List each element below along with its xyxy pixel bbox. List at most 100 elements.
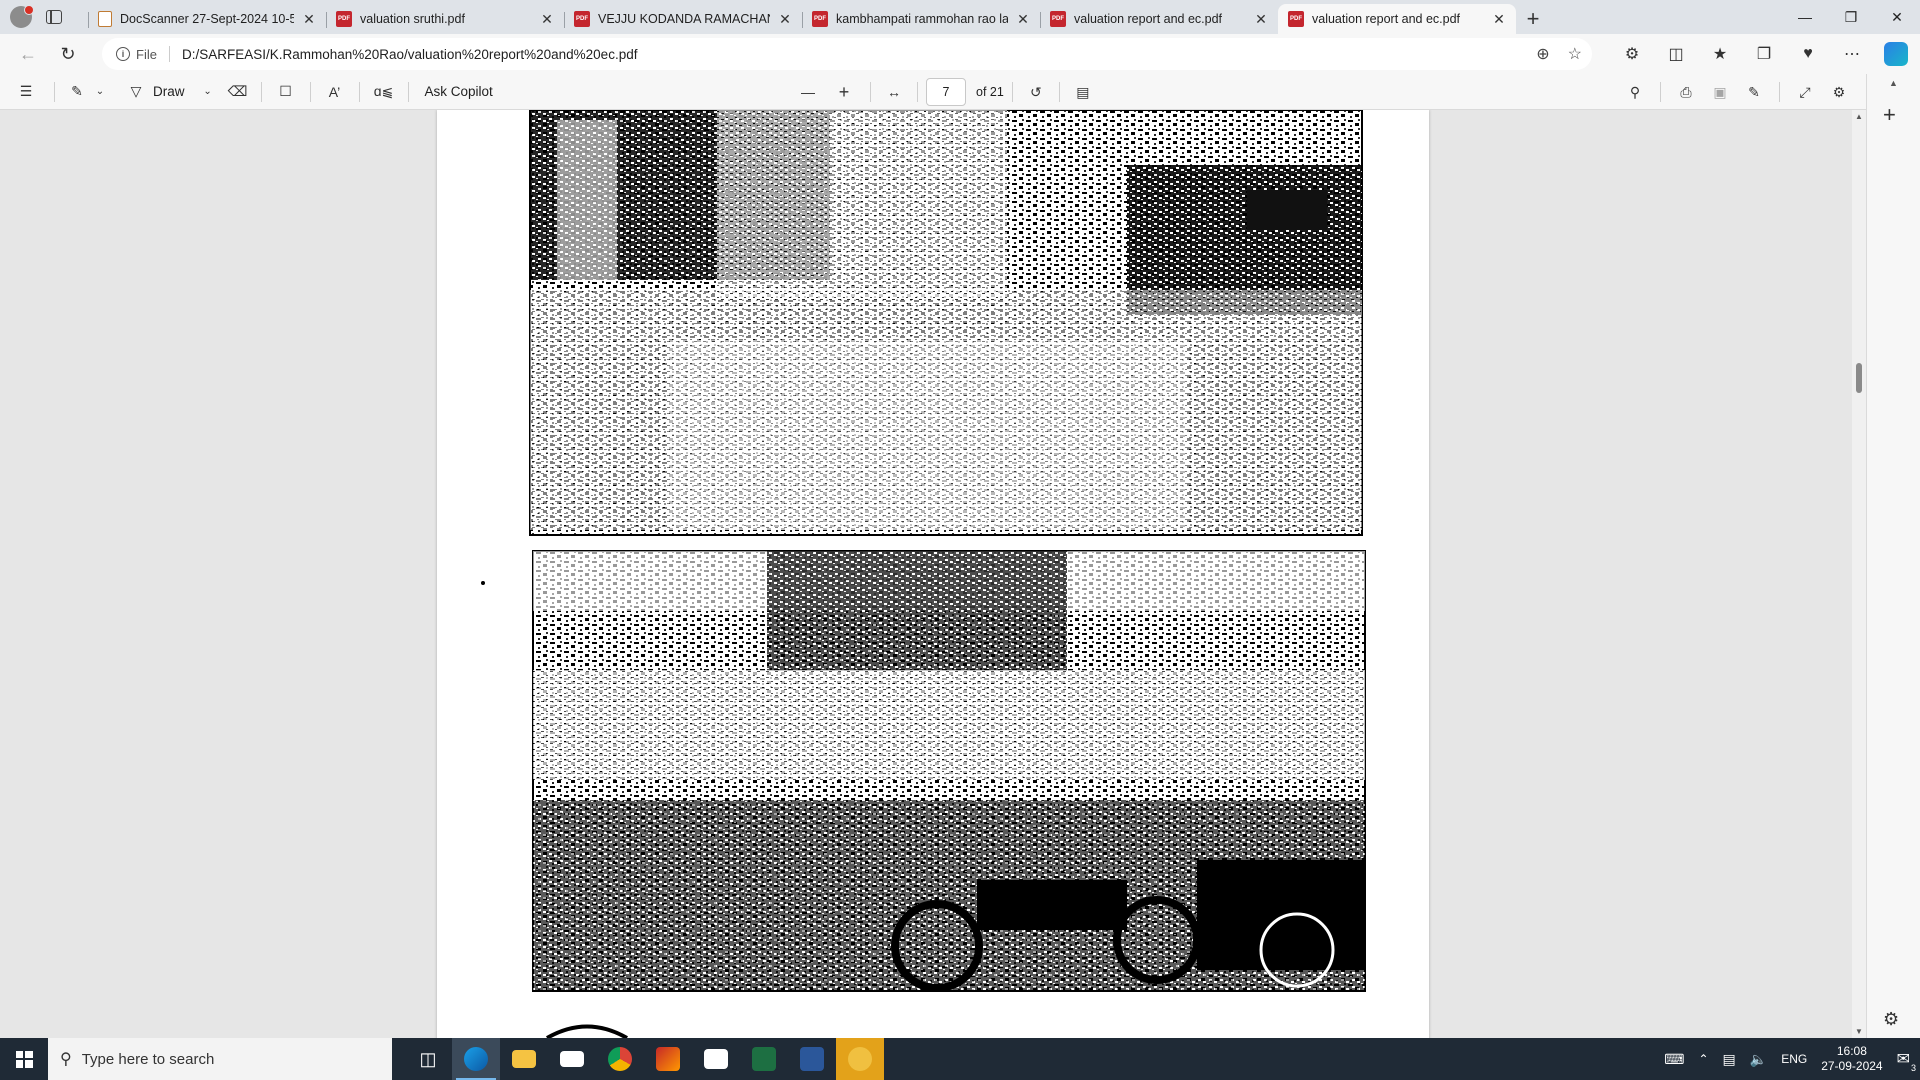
add-sidebar-app-icon[interactable]: + [1883, 102, 1896, 128]
highlight-dropdown-icon[interactable]: ⌄ [91, 78, 109, 106]
collections-icon[interactable]: ❐ [1742, 34, 1786, 74]
address-divider [168, 46, 170, 62]
save-icon[interactable]: ▣ [1703, 78, 1737, 106]
tab-close-icon[interactable]: ✕ [778, 11, 792, 28]
page-number-input[interactable]: 7 [926, 78, 966, 106]
highlight-icon[interactable]: ✎ [63, 78, 91, 106]
search-icon[interactable]: ⚲ [1618, 78, 1652, 106]
scrollbar[interactable]: ▲ ▼ [1852, 110, 1866, 1038]
app-red-icon [656, 1047, 680, 1071]
draw-dropdown-icon[interactable]: ⌄ [193, 78, 223, 106]
fullscreen-icon[interactable]: ⤢ [1788, 78, 1822, 106]
profile-avatar-icon[interactable] [10, 5, 34, 28]
read-aloud-icon[interactable]: A’ [319, 78, 351, 106]
network-icon[interactable]: ▤ [1723, 1051, 1736, 1068]
start-button[interactable] [0, 1038, 48, 1080]
settings-icon[interactable]: ⚙ [1822, 78, 1856, 106]
zoom-out-icon[interactable]: — [790, 78, 826, 106]
keyboard-icon[interactable]: ⌨ [1664, 1051, 1684, 1068]
taskbar-chrome[interactable] [596, 1038, 644, 1080]
browser-tools: ⚙ ◫ ★ ❐ ♥ ⋯ [1610, 34, 1918, 74]
text-box-icon[interactable]: ☐ [270, 78, 302, 106]
task-view-button[interactable]: ◫ [404, 1038, 452, 1080]
app-orange-icon [848, 1047, 872, 1071]
draw-icon[interactable]: ▽ [119, 78, 153, 106]
tab-close-icon[interactable]: ✕ [302, 11, 316, 28]
split-screen-icon[interactable]: ◫ [1654, 34, 1698, 74]
save-as-icon[interactable]: ✎ [1737, 78, 1771, 106]
chrome-icon [608, 1047, 632, 1071]
rotate-icon[interactable]: ↺ [1021, 78, 1051, 106]
tab-actions-icon[interactable] [46, 10, 62, 24]
tab-title: kambhampati rammohan rao late [836, 12, 1008, 26]
back-button[interactable]: ← [8, 38, 48, 70]
excel-icon [752, 1047, 776, 1071]
collapse-arrow-icon[interactable]: ▲ [1889, 78, 1898, 88]
toolbar-divider [870, 82, 871, 102]
draw-label[interactable]: Draw [153, 84, 185, 99]
taskbar-edge[interactable] [452, 1038, 500, 1080]
pdf-file-icon: PDF [1288, 11, 1304, 27]
browser-tab[interactable]: PDF valuation sruthi.pdf ✕ [326, 4, 564, 34]
site-info-button[interactable]: i File [116, 47, 157, 62]
tray-overflow-icon[interactable]: ⌃ [1698, 1052, 1708, 1066]
address-row: ← ↻ i File D:/SARFEASI/K.Rammohan%20Rao/… [0, 34, 1920, 74]
zoom-icon[interactable]: ⊕ [1536, 44, 1549, 64]
taskbar: ⚲ Type here to search ◫ ⌨ ⌃ ▤ 🔈 ENG 16:0… [0, 1038, 1920, 1080]
refresh-button[interactable]: ↻ [48, 38, 88, 70]
notification-button[interactable]: ✉ 3 [1897, 1049, 1916, 1073]
tab-close-icon[interactable]: ✕ [1016, 11, 1030, 28]
tab-close-icon[interactable]: ✕ [1254, 11, 1268, 28]
browser-essentials-icon[interactable]: ♥ [1786, 34, 1830, 74]
address-bar[interactable]: i File D:/SARFEASI/K.Rammohan%20Rao/valu… [102, 38, 1592, 70]
extensions-icon[interactable]: ⚙ [1610, 34, 1654, 74]
browser-tab[interactable]: PDF VEJJU KODANDA RAMACHANDRA ✕ [564, 4, 802, 34]
url-text[interactable]: D:/SARFEASI/K.Rammohan%20Rao/valuation%2… [182, 47, 638, 62]
sidebar-panel: ▲ + ⚙ [1866, 74, 1920, 1038]
translate-icon[interactable]: ɑ⫹ [368, 78, 400, 106]
favorite-star-icon[interactable]: ☆ [1568, 44, 1582, 64]
scroll-down-icon[interactable]: ▼ [1855, 1027, 1863, 1036]
print-icon[interactable]: ⎙ [1669, 78, 1703, 106]
tab-title: valuation report and ec.pdf [1312, 12, 1461, 26]
browser-tab[interactable]: DocScanner 27-Sept-2024 10-54 ✕ [88, 4, 326, 34]
taskbar-app-orange[interactable] [836, 1038, 884, 1080]
favorites-icon[interactable]: ★ [1698, 34, 1742, 74]
browser-tab[interactable]: PDF valuation report and ec.pdf ✕ [1040, 4, 1278, 34]
fit-to-page-icon[interactable]: ↔ [879, 78, 909, 106]
new-tab-button[interactable]: + [1516, 4, 1550, 34]
browser-tab[interactable]: PDF valuation report and ec.pdf ✕ [1278, 4, 1516, 34]
pdf-viewer[interactable]: ▲ ▼ [0, 110, 1866, 1038]
ask-copilot-button[interactable]: Ask Copilot [425, 84, 493, 99]
scroll-up-icon[interactable]: ▲ [1855, 112, 1863, 121]
taskbar-file-explorer[interactable] [500, 1038, 548, 1080]
scrollbar-thumb[interactable] [1856, 363, 1862, 393]
eraser-icon[interactable]: ⌫ [223, 78, 253, 106]
taskbar-word[interactable] [788, 1038, 836, 1080]
tab-close-icon[interactable]: ✕ [540, 11, 554, 28]
taskbar-app-red[interactable] [644, 1038, 692, 1080]
close-window-icon[interactable]: ✕ [1874, 0, 1920, 34]
volume-icon[interactable]: 🔈 [1750, 1051, 1767, 1068]
browser-tab[interactable]: PDF kambhampati rammohan rao late ✕ [802, 4, 1040, 34]
edge-icon [464, 1047, 488, 1071]
toolbar-divider [358, 81, 360, 102]
clock[interactable]: 16:08 27-09-2024 [1821, 1044, 1882, 1074]
zoom-in-icon[interactable]: + [826, 78, 862, 106]
taskbar-photos[interactable] [692, 1038, 740, 1080]
copilot-button[interactable] [1874, 34, 1918, 74]
more-menu-icon[interactable]: ⋯ [1830, 34, 1874, 74]
tab-strip-left [0, 0, 88, 34]
taskbar-excel[interactable] [740, 1038, 788, 1080]
language-indicator[interactable]: ENG [1781, 1052, 1807, 1066]
page-view-icon[interactable]: ▤ [1068, 78, 1098, 106]
taskbar-search[interactable]: ⚲ Type here to search [48, 1038, 392, 1080]
sidebar-settings-icon[interactable]: ⚙ [1883, 1009, 1899, 1030]
taskbar-mail[interactable] [548, 1038, 596, 1080]
photo-2 [532, 550, 1366, 992]
tab-close-icon[interactable]: ✕ [1492, 11, 1506, 28]
minimize-icon[interactable]: — [1782, 0, 1828, 34]
contents-icon[interactable]: ☰ [6, 78, 46, 106]
restore-icon[interactable]: ❐ [1828, 0, 1874, 34]
system-tray: ⌨ ⌃ ▤ 🔈 ENG 16:08 27-09-2024 ✉ 3 [1664, 1038, 1920, 1080]
